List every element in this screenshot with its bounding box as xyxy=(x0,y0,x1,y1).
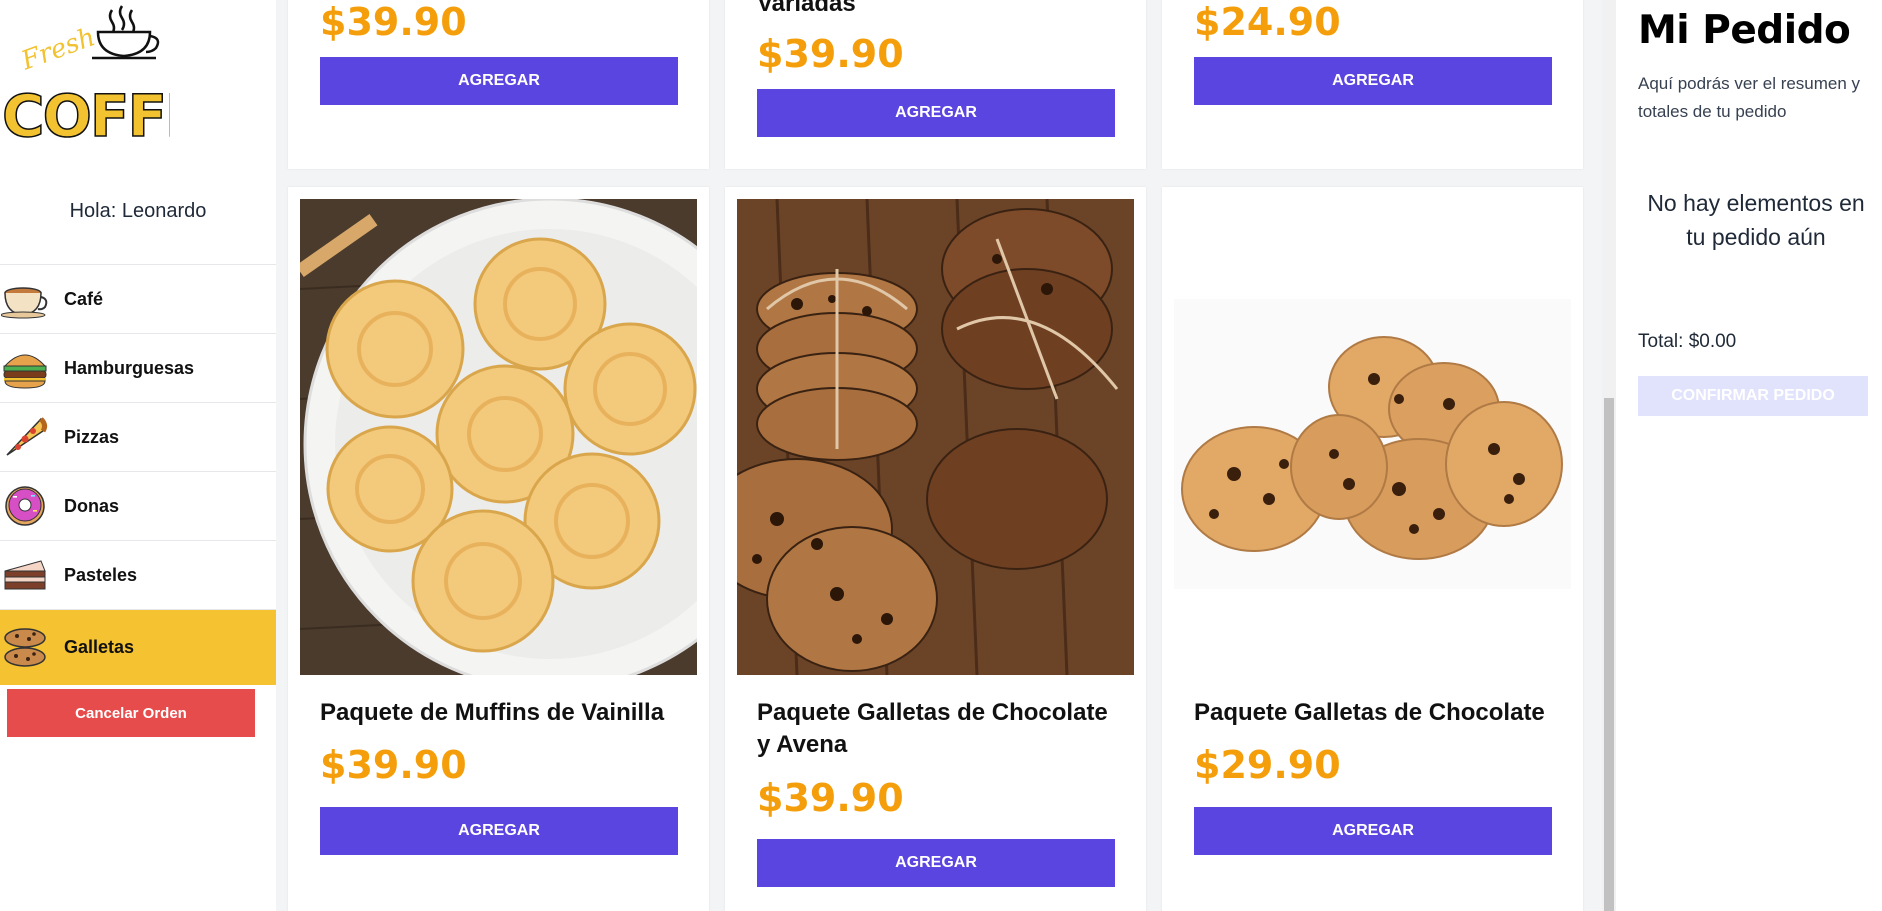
product-price: $39.90 xyxy=(320,743,467,787)
svg-text:Fresh: Fresh xyxy=(17,22,100,77)
product-card: Paquete de Muffins de Vainilla $39.90 AG… xyxy=(288,187,709,911)
burger-icon xyxy=(0,346,50,390)
order-subtitle: Aquí podrás ver el resumen y totales de … xyxy=(1638,74,1861,121)
add-to-order-button[interactable]: AGREGAR xyxy=(320,807,678,855)
category-pasteles[interactable]: Pasteles xyxy=(0,541,276,610)
product-image-chocolate-oat-cookies xyxy=(737,199,1134,675)
product-name: Variadas xyxy=(757,0,856,17)
svg-text:COFFEE: COFFEE xyxy=(2,82,170,146)
product-card: Paquete Galletas de Chocolate $29.90 AGR… xyxy=(1162,187,1583,911)
category-cafe[interactable]: Café xyxy=(0,265,276,334)
sidebar: Fresh COFFEE Hola: Leonardo Café Hamburg… xyxy=(0,0,276,911)
product-image-vanilla-cookies xyxy=(300,199,697,675)
add-to-order-button[interactable]: AGREGAR xyxy=(320,57,678,105)
category-pizzas[interactable]: Pizzas xyxy=(0,403,276,472)
donut-icon xyxy=(0,484,50,528)
product-grid: $39.90 AGREGAR Variadas $39.90 AGREGAR $… xyxy=(276,0,1616,911)
cookies-icon xyxy=(0,626,50,670)
product-card: $24.90 AGREGAR xyxy=(1162,0,1583,169)
product-price: $39.90 xyxy=(757,776,904,820)
order-summary-panel: Mi Pedido Aquí podrás ver el resumen y t… xyxy=(1616,0,1882,911)
add-to-order-button[interactable]: AGREGAR xyxy=(757,89,1115,137)
category-donas[interactable]: Donas xyxy=(0,472,276,541)
add-to-order-button[interactable]: AGREGAR xyxy=(1194,807,1552,855)
product-card: Variadas $39.90 AGREGAR xyxy=(725,0,1146,169)
product-name: Paquete Galletas de Chocolate y Avena xyxy=(757,699,1108,758)
category-label: Pasteles xyxy=(64,564,138,585)
product-card: $39.90 AGREGAR xyxy=(288,0,709,169)
order-title: Mi Pedido xyxy=(1638,8,1851,53)
cake-slice-icon xyxy=(0,553,50,597)
user-greeting: Hola: Leonardo xyxy=(69,200,207,222)
category-label: Donas xyxy=(64,495,120,516)
order-total: Total: $0.00 xyxy=(1638,331,1737,352)
product-name: Paquete Galletas de Chocolate xyxy=(1194,699,1545,726)
cancel-order-button[interactable]: Cancelar Orden xyxy=(7,689,255,737)
category-hamburguesas[interactable]: Hamburguesas xyxy=(0,334,276,403)
pizza-slice-icon xyxy=(0,415,50,459)
product-image-chocolate-chip-cookies xyxy=(1174,199,1571,675)
category-label: Galletas xyxy=(64,637,135,657)
product-price: $39.90 xyxy=(757,32,904,76)
category-label: Café xyxy=(64,288,104,309)
category-label: Pizzas xyxy=(64,426,120,447)
category-list: Café Hamburguesas Pizzas Donas Pasteles xyxy=(0,264,276,685)
product-price: $29.90 xyxy=(1194,743,1341,787)
add-to-order-button[interactable]: AGREGAR xyxy=(1194,57,1552,105)
product-price: $24.90 xyxy=(1194,0,1341,44)
coffee-cup-icon xyxy=(0,277,50,321)
empty-order-message: No hay elementos en tu pedido aún xyxy=(1647,190,1865,250)
add-to-order-button[interactable]: AGREGAR xyxy=(757,839,1115,887)
confirm-order-button[interactable]: CONFIRMAR PEDIDO xyxy=(1638,376,1868,416)
category-galletas[interactable]: Galletas xyxy=(0,610,276,685)
fresh-coffee-logo: Fresh COFFEE xyxy=(0,2,243,151)
product-card: Paquete Galletas de Chocolate y Avena $3… xyxy=(725,187,1146,911)
product-price: $39.90 xyxy=(320,0,467,44)
product-name: Paquete de Muffins de Vainilla xyxy=(320,699,665,726)
scrollbar-thumb[interactable] xyxy=(1604,398,1614,911)
category-label: Hamburguesas xyxy=(64,357,195,378)
